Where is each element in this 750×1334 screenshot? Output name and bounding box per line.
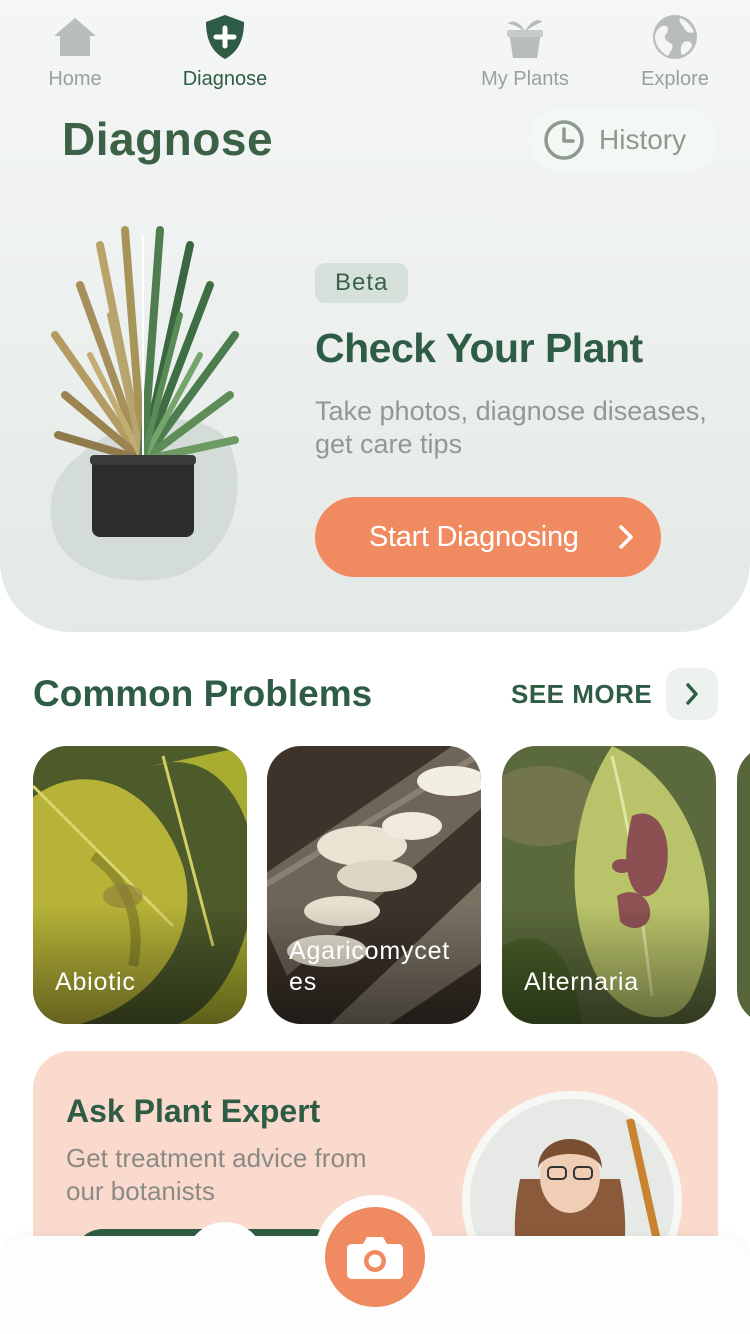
nav-label: Home [48,68,102,90]
globe-icon [653,15,697,59]
start-diagnosing-button[interactable]: Start Diagnosing [315,497,661,577]
page-title: Diagnose [62,113,274,165]
start-diagnosing-label: Start Diagnosing [369,520,579,553]
camera-icon [347,1237,403,1279]
problem-card-alternaria[interactable]: Alternaria [502,746,716,1024]
history-button[interactable]: History [529,108,717,171]
plant-illustration [50,226,239,581]
potted-plant-icon [507,20,543,58]
chevron-right-icon [686,683,698,705]
home-icon [54,18,96,56]
nav-label: My Plants [481,68,569,90]
nav-item-home[interactable]: Home [0,12,150,98]
nav-label: Explore [641,68,709,90]
hero-headline: Check Your Plant [315,325,643,371]
clock-icon [544,119,584,160]
problem-card-label: Abiotic [55,968,136,996]
common-problems-title: Common Problems [33,673,373,714]
problem-card-label: Agaricomycetes [289,937,451,996]
nav-item-diagnose[interactable]: Diagnose [150,12,300,98]
problem-card-abiotic[interactable]: Abiotic [33,746,247,1024]
hero-subtitle: Take photos, diagnose diseases, get care… [315,396,707,459]
camera-button[interactable] [325,1207,425,1307]
see-more-link[interactable]: SEE MORE [511,679,652,710]
chevron-right-icon [619,525,633,549]
common-problems-carousel[interactable]: Abiotic Agaricomycetes Alternaria [33,746,750,1026]
see-more-button[interactable] [666,668,718,720]
beta-badge: Beta [315,263,409,303]
history-label: History [599,123,687,155]
problem-card-next[interactable] [737,746,750,1024]
nav-item-explore[interactable]: Explore [600,12,750,98]
ask-expert-title: Ask Plant Expert [66,1093,321,1129]
nav-item-my-plants[interactable]: My Plants [450,12,600,98]
shield-plus-icon [206,15,244,59]
problem-card-agaricomycetes[interactable]: Agaricomycetes [267,746,481,1024]
nav-label: Diagnose [182,68,268,90]
problem-card-label: Alternaria [524,968,639,996]
